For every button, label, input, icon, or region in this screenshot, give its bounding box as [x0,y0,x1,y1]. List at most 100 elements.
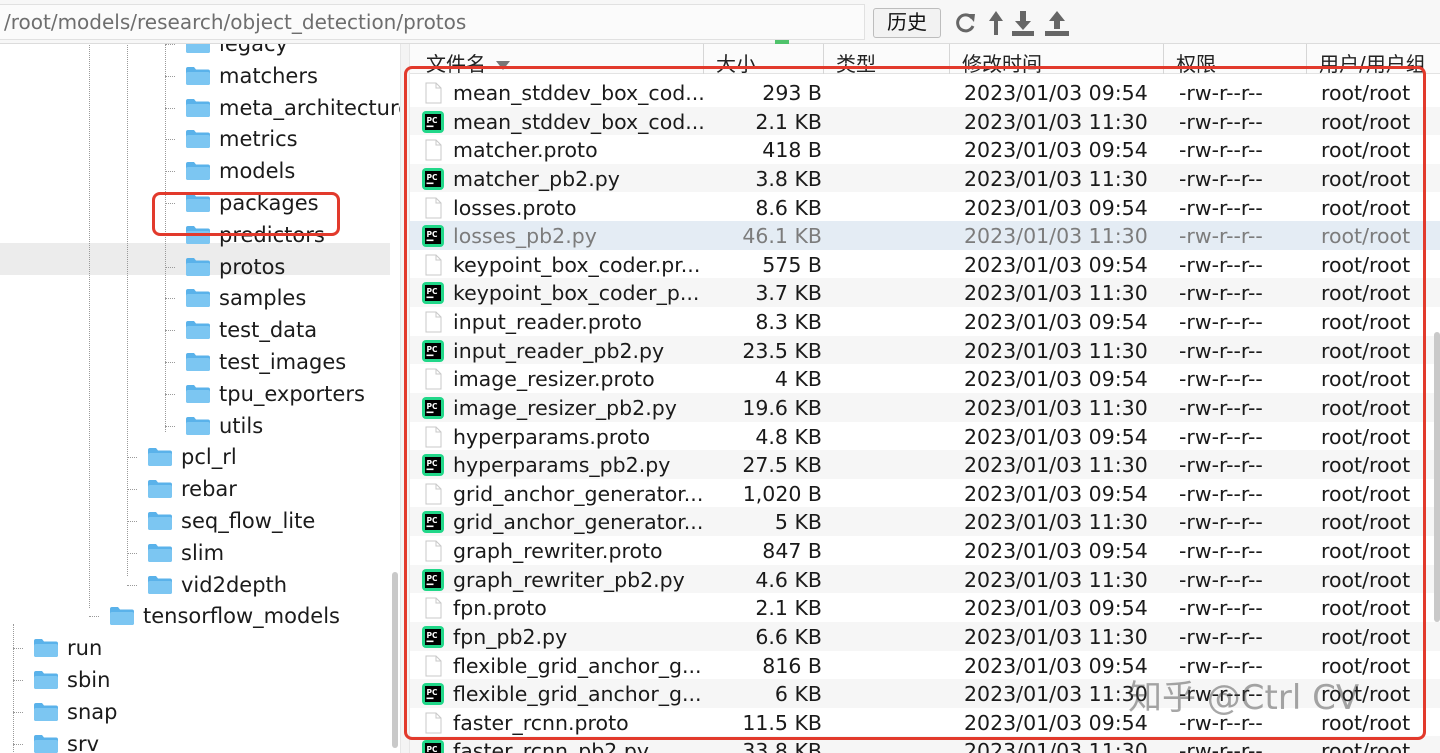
path-input[interactable]: /root/models/research/object_detection/p… [0,4,865,40]
tree-guide-line [165,425,175,427]
folder-icon [33,702,59,722]
tree-item[interactable]: matchers [185,60,318,92]
tree-item-label: seq_flow_lite [181,509,316,533]
tree-guide-line [89,44,90,608]
tree-guide-line [165,44,175,45]
tree-item-label: snap [67,699,118,724]
tree-item[interactable]: run [33,632,102,664]
tree-item-label: samples [219,286,307,311]
tree-item-label: test_images [219,350,347,374]
folder-icon [185,416,211,436]
download-icon[interactable] [1010,9,1036,37]
watermark: 知乎 @Ctrl CV [1128,678,1360,718]
directory-tree[interactable]: legacy matchers meta_architecturesmetrics m… [0,44,400,753]
folder-icon [147,479,173,499]
tree-guide-line [165,44,166,432]
tree-item[interactable]: slim [147,537,224,569]
file-permissions: -rw-r--r-- [1179,739,1263,753]
tree-highlight-box [152,192,340,236]
tree-item[interactable]: meta_architectures [185,92,400,124]
tree-item-label: utils [219,413,264,438]
tree-item[interactable]: test_images [185,346,346,378]
tree-guide-line [13,711,23,713]
path-toolbar: /root/models/research/object_detection/p… [0,0,1440,44]
tree-item-label: srv [67,731,100,753]
tree-item-label: slim [181,540,225,565]
tree-item[interactable]: rebar [147,473,237,505]
tree-guide-line [165,362,175,363]
tree-item[interactable]: srv [33,728,99,753]
tree-item[interactable]: metrics [185,123,298,155]
tree-item[interactable]: tensorflow_models [109,600,340,632]
tree-guide-line [13,624,14,753]
tree-guide-line [165,298,175,300]
folder-icon [185,98,211,118]
folder-icon [147,511,173,531]
tree-guide-line [165,107,175,109]
history-button[interactable]: 历史 [873,8,941,38]
tree-item-label: metrics [219,127,298,152]
pycharm-file-icon: PC [422,740,444,753]
tree-item-label: tpu_exporters [219,381,365,406]
tree-item-label: models [219,159,296,184]
tree-item[interactable]: legacy [185,44,288,60]
list-scrollbar[interactable] [1434,332,1440,622]
tree-guide-line [127,489,137,491]
tree-item-label: legacy [219,44,288,56]
folder-icon [185,384,211,404]
folder-icon [185,66,211,86]
tree-item[interactable]: utils [185,410,263,442]
tree-guide-line [165,330,175,332]
tree-item-label: sbin [67,668,111,692]
tree-item[interactable]: protos [185,251,285,283]
upload-tray-icon[interactable] [1043,9,1071,37]
file-size: 33.8 KB [742,739,822,753]
tree-item[interactable]: vid2depth [147,569,287,601]
folder-icon [185,44,211,54]
tree-item[interactable]: sbin [33,664,110,696]
folder-icon [147,447,173,467]
tree-guide-line [127,552,137,554]
status-indicator [775,40,789,44]
tree-item-label: run [67,636,103,661]
tree-item[interactable]: test_data [185,314,317,346]
file-modified: 2023/01/03 11:30 [964,739,1148,753]
tree-item[interactable]: pcl_rl [147,441,237,473]
tree-guide-line [13,680,23,681]
folder-icon [109,606,135,626]
tree-guide-line [127,44,128,576]
tree-scrollbar[interactable] [392,572,398,748]
tree-item[interactable]: models [185,155,295,187]
tree-item[interactable]: snap [33,696,117,728]
folder-icon [33,670,59,690]
tree-item-label: pcl_rl [181,445,237,470]
tree-guide-line [89,616,99,618]
folder-icon [185,129,211,149]
upload-icon[interactable] [986,9,1006,37]
tree-guide-line [165,171,175,173]
tree-item-label: protos [219,254,286,279]
folder-icon [185,320,211,340]
tree-item-label: tensorflow_models [143,604,340,629]
folder-icon [185,288,211,308]
tree-item-label: test_data [219,318,318,343]
list-highlight-box [404,66,1426,740]
folder-icon [147,575,173,595]
folder-icon [147,543,173,563]
tree-item-label: meta_architectures [219,95,400,120]
tree-guide-line [127,521,137,522]
tree-item-label: matchers [219,63,318,88]
tree-guide-line [127,457,137,459]
folder-icon [185,257,211,277]
tree-item[interactable]: tpu_exporters [185,378,365,410]
folder-icon [185,161,211,181]
folder-icon [33,734,59,753]
tree-item[interactable]: seq_flow_lite [147,505,315,537]
file-owner: root/root [1321,739,1411,753]
tree-guide-line [13,743,23,745]
tree-item[interactable]: samples [185,282,306,314]
folder-icon [185,352,211,372]
tree-guide-line [165,139,175,141]
refresh-icon[interactable] [952,9,978,37]
tree-item-label: rebar [181,477,237,502]
